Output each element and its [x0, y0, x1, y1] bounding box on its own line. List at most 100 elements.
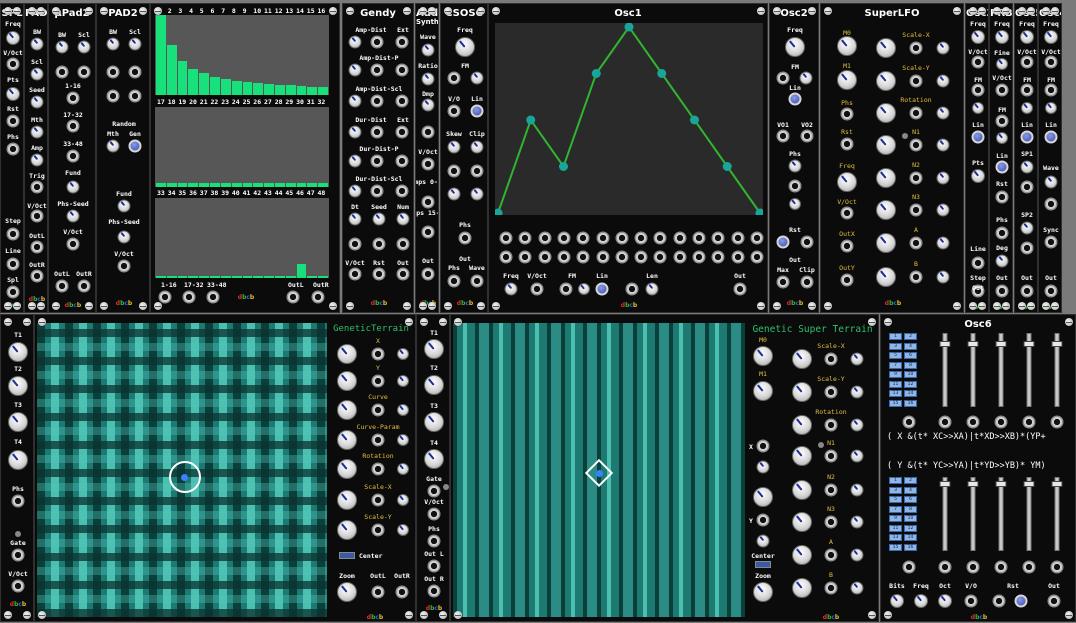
max-output-jack[interactable] — [776, 275, 790, 289]
y-parameter-slider[interactable] — [967, 477, 979, 551]
partials-17-32-jack[interactable] — [66, 119, 80, 133]
terrain-display[interactable] — [37, 323, 327, 617]
reset-input-jack[interactable] — [995, 190, 1009, 204]
param-cv-jack[interactable] — [824, 385, 838, 399]
reset-button[interactable] — [1014, 594, 1028, 608]
waveform-plot[interactable] — [493, 22, 765, 218]
bit-grid-cell[interactable]: 12 — [904, 380, 917, 388]
seed-knob[interactable] — [372, 212, 386, 226]
point-cv-jack[interactable] — [692, 231, 706, 245]
slider-handle[interactable] — [995, 340, 1007, 347]
y-parameter-slider[interactable] — [939, 477, 951, 551]
param-knob[interactable] — [876, 168, 896, 188]
partial-bar[interactable] — [220, 79, 231, 95]
partial-bar[interactable] — [253, 275, 264, 278]
partial-bar[interactable] — [166, 275, 177, 278]
t2-knob[interactable] — [8, 376, 28, 396]
x-parameter-cv-jack[interactable] — [938, 415, 952, 429]
frequency-knob[interactable] — [837, 172, 857, 192]
t3-knob[interactable] — [8, 412, 28, 432]
amp-dist-p-cv-jack[interactable] — [370, 63, 384, 77]
partial-bar[interactable] — [285, 275, 296, 278]
param-cv-amount-knob[interactable] — [397, 375, 409, 387]
partial-bar[interactable] — [274, 183, 285, 187]
point-cv-jack[interactable] — [596, 250, 609, 264]
fundamental-knob[interactable] — [117, 199, 131, 213]
slider-handle[interactable] — [967, 481, 979, 488]
param-knob[interactable] — [876, 71, 896, 91]
x-parameter-slider[interactable] — [1023, 333, 1035, 407]
bit-grid-cell[interactable]: 9 — [889, 371, 902, 378]
point-cv-jack[interactable] — [711, 250, 725, 264]
sp1-knob[interactable] — [1020, 160, 1034, 174]
phase-seed-knob[interactable] — [117, 230, 131, 244]
bit-grid-row[interactable]: 78 — [889, 505, 917, 513]
partial-bar[interactable] — [285, 85, 296, 95]
y-parameter-slider[interactable] — [1023, 477, 1035, 551]
zoom-knob[interactable] — [753, 582, 773, 602]
param-knob[interactable] — [337, 459, 357, 479]
param-cv-jack[interactable] — [909, 41, 923, 55]
slider-handle[interactable] — [1023, 481, 1035, 488]
voct-input-jack[interactable] — [30, 209, 44, 223]
bit-grid-cell[interactable]: 5 — [889, 352, 902, 359]
bit-grid-row[interactable]: 78 — [889, 361, 917, 369]
bits-knob[interactable] — [890, 594, 904, 608]
bit-grid-row[interactable]: 11 12 — [889, 524, 917, 532]
y-parameter-cv-jack[interactable] — [938, 560, 952, 574]
partial-bar[interactable] — [264, 275, 274, 278]
out-right-jack[interactable] — [395, 585, 409, 599]
partials-bar-graph[interactable] — [155, 15, 329, 95]
fm-amount-knob[interactable] — [972, 102, 984, 114]
bit-grid-cell[interactable]: 12 — [904, 524, 917, 532]
param-knob[interactable] — [792, 512, 812, 532]
param-cv-jack[interactable] — [824, 483, 838, 497]
y-parameter-slider[interactable] — [1051, 477, 1063, 551]
dur-dist-p-knob[interactable] — [348, 154, 362, 168]
voct-input-jack[interactable] — [995, 83, 1009, 97]
param-cv-jack[interactable] — [909, 138, 923, 152]
gate-input-jack[interactable] — [11, 548, 25, 562]
t4-knob[interactable] — [424, 449, 444, 469]
point-cv-jack[interactable] — [673, 231, 687, 245]
param-knob[interactable] — [337, 344, 357, 364]
output-jack[interactable] — [286, 290, 300, 304]
partials-bar-graph[interactable] — [155, 198, 329, 278]
amp-dist-cv-jack[interactable] — [370, 35, 384, 49]
param-knob[interactable] — [792, 480, 812, 500]
out-jack[interactable] — [1044, 284, 1058, 298]
frequency-knob[interactable] — [785, 37, 805, 57]
frequency-knob[interactable] — [1044, 30, 1058, 44]
bit-grid-cell[interactable]: 4 — [904, 486, 917, 494]
phase-output-jack[interactable] — [447, 274, 461, 288]
param-cv-amount-knob[interactable] — [936, 203, 950, 217]
bit-grid-cell[interactable]: 7 — [889, 505, 902, 513]
partial-bar[interactable] — [318, 183, 328, 187]
partial-bar[interactable] — [220, 275, 231, 278]
x-parameter-slider[interactable] — [1051, 333, 1063, 407]
bit-grid-row[interactable]: 11 12 — [889, 380, 917, 388]
partial-bar[interactable] — [307, 275, 318, 278]
scale-knob[interactable] — [30, 67, 44, 81]
step-output-jack[interactable] — [6, 227, 20, 241]
reset-input-jack[interactable] — [372, 267, 386, 281]
bit-grid-cell[interactable]: 13 — [889, 390, 902, 397]
x-parameter-cv-jack[interactable] — [966, 415, 980, 429]
partial-bar[interactable] — [156, 183, 166, 187]
point-cv-jack[interactable] — [711, 231, 725, 245]
fine-knob[interactable] — [996, 58, 1008, 70]
fm-input-jack[interactable] — [559, 282, 573, 296]
t3-knob[interactable] — [424, 412, 444, 432]
point-cv-jack[interactable] — [518, 250, 532, 264]
voct-input-jack[interactable] — [6, 57, 20, 71]
gate-input-jack[interactable] — [427, 484, 441, 498]
point-cv-jack[interactable] — [634, 250, 648, 264]
partial-bar[interactable] — [188, 275, 199, 278]
voct-input-jack[interactable] — [117, 259, 131, 273]
damp-cv-jack[interactable] — [421, 125, 435, 139]
param-knob[interactable] — [792, 545, 812, 565]
zoom-knob[interactable] — [337, 582, 357, 602]
out-left-jack[interactable] — [427, 559, 441, 573]
param-cv-jack[interactable] — [371, 347, 385, 361]
amps-0-15-jack[interactable] — [421, 195, 435, 209]
